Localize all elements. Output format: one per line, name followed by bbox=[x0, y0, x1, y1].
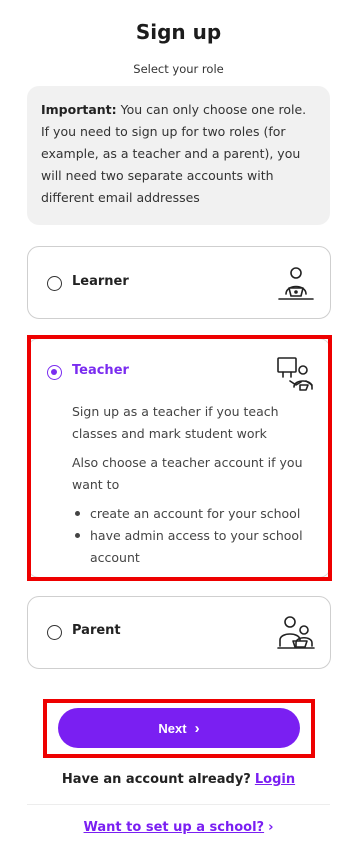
parent-label: Parent bbox=[72, 623, 121, 638]
parent-radio[interactable] bbox=[47, 625, 62, 640]
login-prompt: Have an account already? Login bbox=[0, 772, 357, 787]
role-card-parent[interactable]: Parent bbox=[27, 596, 331, 669]
parent-child-icon bbox=[277, 616, 315, 649]
important-notice: Important: You can only choose one role.… bbox=[27, 86, 330, 225]
divider bbox=[27, 804, 330, 805]
notice-text: You can only choose one role. If you nee… bbox=[41, 102, 307, 205]
login-link[interactable]: Login bbox=[255, 772, 295, 787]
learner-radio[interactable] bbox=[47, 276, 62, 291]
highlight-teacher-card bbox=[27, 335, 332, 581]
highlight-next-button bbox=[43, 699, 315, 758]
role-card-learner[interactable]: Learner bbox=[27, 246, 331, 319]
setup-school-label: Want to set up a school? bbox=[83, 820, 265, 835]
learner-label: Learner bbox=[72, 274, 129, 289]
notice-bold-label: Important: bbox=[41, 102, 117, 117]
page-title: Sign up bbox=[135, 20, 222, 44]
chevron-right-icon: › bbox=[268, 820, 274, 835]
setup-school-link[interactable]: Want to set up a school? › bbox=[0, 820, 357, 835]
page-subtitle: Select your role bbox=[133, 62, 224, 76]
learner-laptop-icon bbox=[278, 267, 314, 300]
have-account-text: Have an account already? bbox=[61, 772, 251, 787]
